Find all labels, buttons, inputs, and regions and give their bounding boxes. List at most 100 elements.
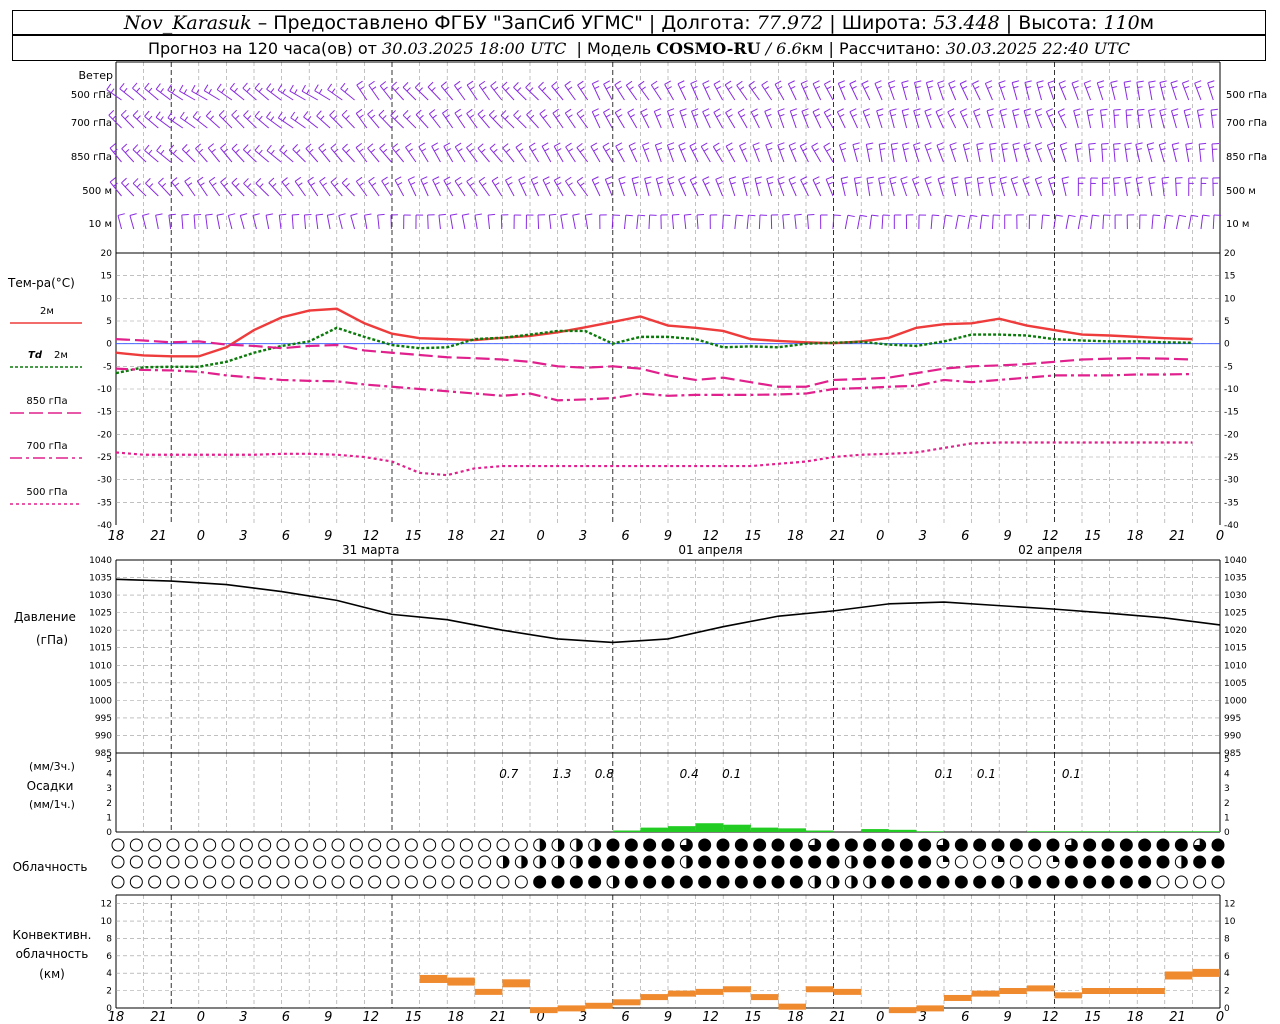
cloud-circle-overcast — [771, 838, 785, 852]
convective-bar — [612, 999, 641, 1006]
wind-barb-flag — [756, 182, 762, 185]
wind-barb — [1170, 82, 1177, 101]
wind-barb-flag — [1209, 85, 1215, 89]
wind-barb-flag — [531, 176, 538, 181]
wind-barb-flag — [926, 113, 932, 117]
wind-barb — [1058, 83, 1067, 101]
precip-tick-label-right: 1 — [1224, 813, 1230, 823]
wind-barb — [728, 178, 736, 197]
wind-barb — [1125, 110, 1128, 129]
wind-barb-flag — [420, 176, 428, 181]
cloud-circle — [459, 875, 473, 889]
wind-barb — [254, 88, 270, 101]
wind-barb-flag — [1035, 142, 1043, 146]
wind-barb — [700, 146, 711, 163]
time-tick-label: 21 — [490, 529, 507, 544]
wind-barb-flag — [394, 115, 399, 120]
time-tick-label: 15 — [1084, 529, 1101, 544]
wind-barb-flag — [1085, 85, 1091, 89]
wind-barb-flag — [973, 108, 981, 112]
cloud-circle — [331, 838, 345, 852]
wind-barb-flag — [837, 108, 844, 113]
convective-bar — [1054, 992, 1082, 999]
wind-barb-flag — [541, 142, 549, 147]
wind-barb-flag — [281, 177, 288, 183]
wind-barb-flag — [327, 83, 333, 90]
wind-barb-flag — [753, 114, 759, 118]
wind-barb-flag — [505, 148, 511, 153]
wind-barb-flag — [878, 176, 886, 179]
wind-barb — [691, 111, 699, 129]
wind-barb — [216, 215, 221, 230]
cloud-circle-overcast — [918, 855, 932, 869]
time-tick-label: 6 — [961, 529, 969, 544]
time-tick-label-bottom: 21 — [150, 1010, 167, 1024]
wind-barb — [666, 110, 674, 129]
wind-barb — [314, 90, 331, 101]
wind-barb — [119, 88, 135, 101]
time-tick-label-bottom: 12 — [1042, 1010, 1059, 1024]
wind-barb-flag — [545, 182, 551, 186]
wind-barb-flag — [171, 177, 178, 183]
wind-barb — [937, 178, 944, 197]
pressure-tick-label: 995 — [95, 714, 112, 724]
wind-barb — [935, 111, 944, 129]
wind-barb-flag — [259, 183, 264, 188]
wind-barb — [627, 112, 638, 129]
cloud-circle-overcast — [863, 855, 877, 869]
wind-barb — [1175, 177, 1177, 197]
wind-barb-flag — [777, 108, 785, 112]
wind-barb — [381, 180, 392, 197]
cloud-circle-overcast — [734, 838, 748, 852]
wind-barb — [530, 179, 540, 197]
convective-bar — [750, 994, 779, 1001]
wind-barb-flag — [932, 214, 940, 217]
wind-barb — [266, 150, 282, 163]
wind-barb-flag — [790, 108, 798, 112]
wind-barb-flag — [890, 182, 897, 185]
wind-barb-flag — [338, 213, 346, 216]
wind-barb-flag — [603, 80, 611, 85]
wind-barb-flag — [667, 142, 675, 146]
wind-barb-flag — [1125, 86, 1131, 89]
wind-barb-flag — [1088, 142, 1096, 145]
time-tick-label-bottom: 9 — [1004, 1010, 1012, 1024]
wind-barb-flag — [913, 142, 921, 146]
wind-barb-flag — [1013, 148, 1020, 151]
wind-barb — [825, 179, 834, 197]
cloud-circle — [1211, 875, 1225, 889]
wind-barb-flag — [368, 80, 375, 86]
wind-level-label-right: 850 гПа — [1226, 152, 1267, 163]
wind-barb-flag — [620, 181, 626, 185]
wind-barb-flag — [469, 114, 475, 119]
wind-barb-flag — [1149, 86, 1155, 89]
wind-barb-flag — [184, 176, 191, 182]
wind-barb — [461, 215, 466, 230]
wind-barb-flag — [985, 80, 992, 84]
wind-barb — [777, 144, 785, 163]
cloud-circle-overcast — [643, 855, 657, 869]
cloud-circle-fill — [869, 876, 876, 888]
precip-bar — [1082, 831, 1110, 832]
wind-barb-flag — [179, 111, 185, 119]
wind-barb-flag — [812, 108, 820, 113]
wind-barb-flag — [247, 183, 252, 188]
cloud-circle — [221, 838, 235, 852]
wind-barb — [644, 178, 650, 197]
wind-barb-flag — [223, 148, 229, 153]
wind-barb — [603, 112, 613, 129]
wind-barb-flag — [748, 80, 755, 86]
wind-barb-flag — [1202, 214, 1210, 217]
cloud-circle-overcast — [1119, 875, 1133, 889]
wind-barb-flag — [518, 148, 524, 153]
wind-barb-flag — [415, 109, 422, 116]
wind-barb — [604, 179, 613, 197]
cloud-circle — [129, 838, 143, 852]
wind-barb-flag — [754, 147, 760, 151]
wind-barb-flag — [457, 148, 463, 152]
wind-barb-flag — [1092, 214, 1100, 217]
wind-barb-flag — [242, 82, 248, 89]
wind-barb-flag — [306, 89, 310, 95]
wind-barb-flag — [724, 80, 732, 86]
wind-barb-flag — [205, 213, 213, 216]
